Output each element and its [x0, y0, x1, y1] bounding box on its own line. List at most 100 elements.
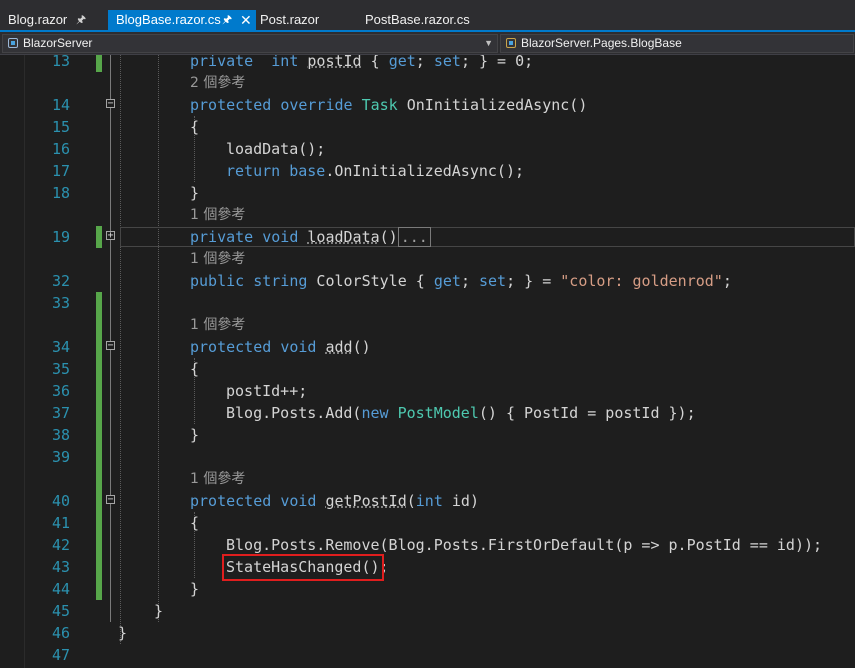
reference-count-link[interactable]: 1 個參考	[190, 468, 245, 490]
code-lens-row[interactable]: 2 個參考	[0, 72, 855, 94]
tab-post-razor[interactable]: Post.razor	[252, 10, 362, 30]
code-line[interactable]: 44}	[0, 578, 855, 600]
code-token: "color: goldenrod"	[560, 272, 723, 290]
line-number: 37	[51, 404, 70, 422]
change-indicator	[96, 578, 102, 600]
reference-count-link[interactable]: 2 個參考	[190, 72, 245, 94]
code-lens-row[interactable]: 1 個參考	[0, 248, 855, 270]
change-indicator	[96, 55, 102, 72]
code-lens-row[interactable]: 1 個參考	[0, 468, 855, 490]
pin-icon[interactable]: 🖈︎	[76, 10, 86, 30]
code-text: loadData();	[226, 138, 325, 160]
code-lens-row[interactable]: 1 個參考	[0, 314, 855, 336]
line-number: 44	[51, 580, 70, 598]
code-token: ;	[415, 55, 434, 70]
code-token: get	[433, 272, 461, 290]
code-token: Blog.Posts.Remove(Blog.Posts.FirstOrDefa…	[226, 536, 823, 554]
tab-blogbase-razor-cs[interactable]: BlogBase.razor.cs 🖈︎ ✕	[108, 10, 256, 30]
change-indicator	[96, 468, 102, 490]
code-line[interactable]: 38}	[0, 424, 855, 446]
code-line[interactable]: 43 StateHasChanged();	[0, 554, 855, 581]
code-line[interactable]: 13 private int postId { get; set; } = 0;	[0, 55, 855, 72]
line-number: 14	[51, 96, 70, 114]
code-token: (	[406, 492, 416, 510]
code-lens-row[interactable]: 1 個參考	[0, 204, 855, 226]
code-token: protected	[190, 492, 272, 510]
change-indicator	[96, 292, 102, 314]
change-indicator	[96, 380, 102, 402]
code-token: string	[253, 272, 308, 290]
code-line[interactable]: 15 {	[0, 116, 855, 138]
close-icon[interactable]: ✕	[240, 10, 252, 30]
code-line[interactable]: 18}	[0, 182, 855, 204]
code-text: protected void getPostId(int id)	[190, 490, 479, 512]
code-text: {	[190, 512, 199, 534]
code-line[interactable]: 36 postId++;	[0, 380, 855, 402]
code-token: postId	[307, 55, 362, 70]
code-line[interactable]: 42 Blog.Posts.Remove(Blog.Posts.FirstOrDe…	[0, 534, 855, 556]
tab-postbase-razor-cs[interactable]: PostBase.razor.cs	[357, 10, 487, 30]
code-token: ; } = 0;	[460, 55, 534, 70]
line-number: 13	[51, 55, 70, 70]
code-token: {	[190, 514, 200, 532]
code-token: Task	[361, 96, 398, 114]
code-text: protected void add()	[190, 336, 371, 358]
code-line[interactable]: 32 public string ColorStyle { get; set; }…	[0, 270, 855, 292]
code-token: }	[190, 184, 200, 202]
line-number: 33	[51, 294, 70, 312]
code-text: private int postId { get; set; } = 0;	[190, 55, 533, 72]
change-indicator	[96, 226, 102, 248]
code-token: postId++;	[226, 382, 308, 400]
code-text: return base.OnInitializedAsync();	[226, 160, 524, 182]
code-line[interactable]: 40 − protected void getPostId(int id)	[0, 490, 855, 512]
code-token: ColorStyle {	[307, 272, 434, 290]
reference-count-link[interactable]: 1 個參考	[190, 204, 245, 226]
project-dropdown[interactable]: BlazorServer ▼	[2, 34, 498, 53]
code-line[interactable]: 46}	[0, 622, 855, 644]
code-text: {	[190, 358, 199, 380]
collapse-icon[interactable]: −	[106, 341, 115, 351]
line-number: 47	[51, 646, 70, 664]
reference-count-link[interactable]: 1 個參考	[190, 248, 245, 270]
line-number: 16	[51, 140, 70, 158]
code-line[interactable]: 33	[0, 292, 855, 314]
code-token: ;	[722, 272, 732, 290]
collapsed-region-indicator[interactable]: ...	[397, 227, 431, 247]
type-dropdown[interactable]: BlazorServer.Pages.BlogBase	[500, 34, 854, 53]
code-line[interactable]: 17 return base.OnInitializedAsync();	[0, 160, 855, 182]
collapse-icon[interactable]: −	[106, 99, 115, 109]
code-token: void	[280, 492, 317, 510]
document-tab-bar: Blog.razor 🖈︎ BlogBase.razor.cs 🖈︎ ✕ Pos…	[0, 0, 855, 30]
code-token: Blog.Posts.Add(	[226, 404, 362, 422]
code-token: add	[325, 338, 353, 356]
change-indicator	[96, 358, 102, 380]
code-line[interactable]: 39	[0, 446, 855, 468]
code-line[interactable]: 41 {	[0, 512, 855, 534]
tab-blog-razor[interactable]: Blog.razor 🖈︎	[0, 10, 102, 30]
line-number: 42	[51, 536, 70, 554]
code-line[interactable]: 47	[0, 644, 855, 666]
change-indicator	[96, 424, 102, 446]
expand-icon[interactable]: +	[106, 231, 115, 241]
code-token: }	[190, 426, 200, 444]
code-token: loadData();	[226, 140, 326, 158]
code-line[interactable]: 19 + private void loadData()...	[0, 226, 855, 248]
reference-count-link[interactable]: 1 個參考	[190, 314, 245, 336]
change-indicator	[96, 490, 102, 512]
code-line[interactable]: 14 − protected override Task OnInitialized…	[0, 94, 855, 116]
code-line[interactable]: 37 Blog.Posts.Add(new PostModel() { PostI…	[0, 402, 855, 424]
code-line[interactable]: 16 loadData();	[0, 138, 855, 160]
collapse-icon[interactable]: −	[106, 495, 115, 505]
navigation-bar: BlazorServer ▼ BlazorServer.Pages.BlogBa…	[0, 32, 855, 55]
code-line[interactable]: 34 − protected void add()	[0, 336, 855, 358]
pin-icon[interactable]: 🖈︎	[222, 10, 232, 30]
code-line[interactable]: 45}	[0, 600, 855, 622]
code-line[interactable]: 35 {	[0, 358, 855, 380]
code-editor[interactable]: 13 private int postId { get; set; } = 0; 2…	[0, 55, 855, 668]
change-indicator	[96, 314, 102, 336]
